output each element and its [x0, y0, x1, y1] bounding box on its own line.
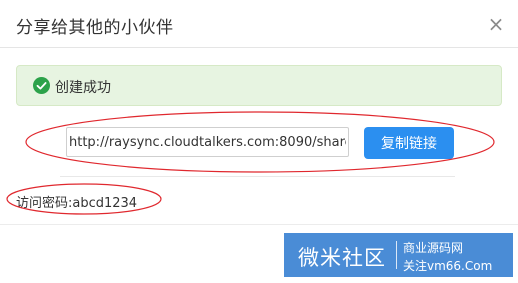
- footer-divider: [0, 224, 518, 225]
- share-dialog: 分享给其他的小伙伴 × 创建成功 复制链接 访问密码:abcd1234 微米社区…: [0, 0, 518, 283]
- share-link-input[interactable]: [66, 127, 349, 157]
- close-icon[interactable]: ×: [486, 14, 506, 34]
- watermark-badge: 微米社区 商业源码网 关注vm66.Com: [284, 233, 513, 277]
- copy-link-button[interactable]: 复制链接: [364, 127, 454, 159]
- watermark-main: 微米社区: [298, 246, 386, 270]
- access-password: 访问密码:abcd1234: [16, 196, 138, 211]
- divider: [60, 176, 455, 177]
- dialog-title: 分享给其他的小伙伴: [16, 18, 174, 38]
- watermark-divider: [396, 241, 397, 269]
- alert-message: 创建成功: [55, 80, 111, 96]
- dialog-header: 分享给其他的小伙伴 ×: [0, 0, 518, 48]
- success-alert: 创建成功: [16, 65, 502, 106]
- check-circle-icon: [33, 77, 50, 94]
- watermark-sub2: 关注vm66.Com: [403, 259, 493, 273]
- watermark-sub1: 商业源码网: [403, 241, 464, 255]
